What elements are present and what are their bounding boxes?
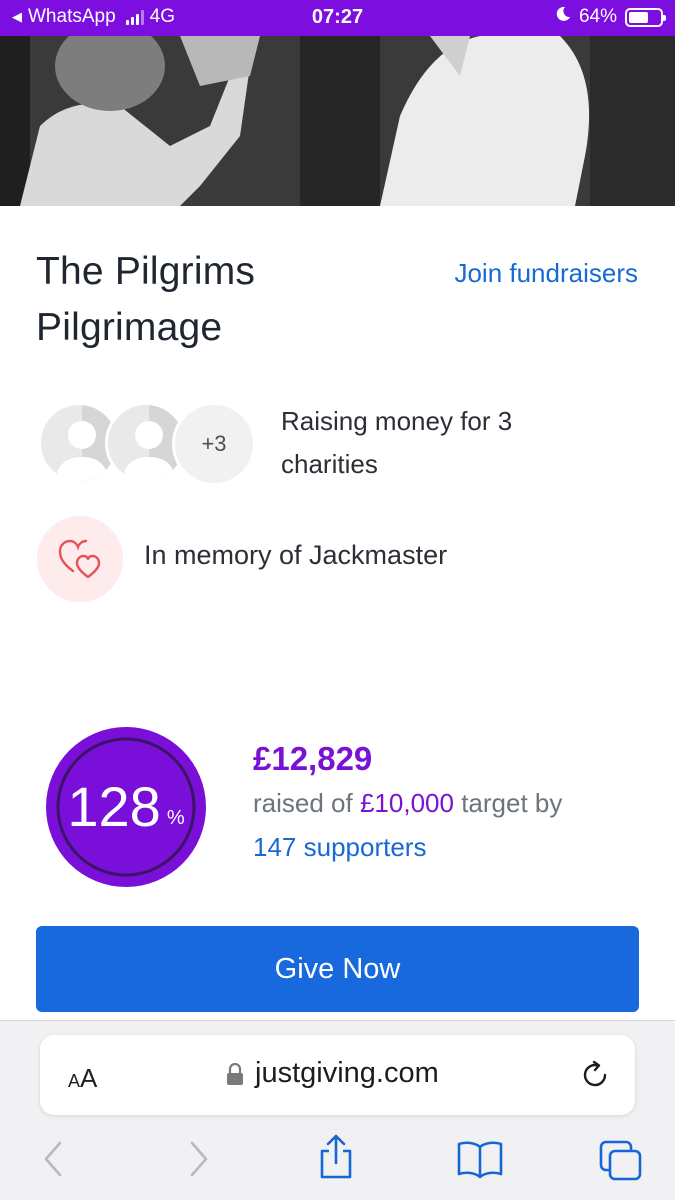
status-right: 64% (555, 6, 666, 28)
hearts-icon (37, 516, 123, 602)
progress-percent: 128 (67, 775, 161, 838)
network-label: 4G (149, 6, 176, 27)
raised-amount: £12,829 (253, 740, 373, 777)
give-now-button[interactable]: Give Now (36, 926, 639, 1012)
browser-toolbar (0, 1134, 675, 1189)
progress-ring: 128 % (44, 725, 208, 889)
browser-bar: AA justgiving.com (0, 1020, 675, 1200)
battery-icon (625, 7, 666, 27)
target-suffix: target by (461, 788, 563, 818)
aa-big: A (80, 1063, 98, 1093)
chevron-left-icon[interactable] (40, 1139, 66, 1184)
aa-small: A (68, 1071, 81, 1091)
avatar-more-count: +3 (172, 402, 256, 486)
chevron-right-icon[interactable] (186, 1139, 212, 1184)
lock-icon (226, 1062, 244, 1090)
back-app-label: WhatsApp (28, 6, 116, 27)
memory-text: In memory of Jackmaster (144, 540, 448, 570)
moon-icon (555, 6, 571, 28)
target-line: raised of £10,000 target by (253, 788, 562, 819)
charity-avatars[interactable]: +3 (38, 402, 258, 486)
hero-photo (0, 36, 675, 206)
reload-icon[interactable] (581, 1060, 611, 1095)
book-icon[interactable] (456, 1139, 504, 1184)
progress-percent-sign: % (166, 806, 185, 829)
status-bar: ◀ WhatsApp 4G 07:27 64% (0, 0, 675, 36)
charity-count-text[interactable]: Raising money for 3 charities (281, 400, 601, 486)
signal-icon (125, 9, 144, 25)
raised-prefix: raised of (253, 788, 353, 818)
supporters-link[interactable]: 147 supporters (253, 832, 426, 863)
target-amount: £10,000 (359, 788, 454, 818)
back-to-app[interactable]: ◀ WhatsApp 4G (12, 6, 175, 28)
share-icon[interactable] (316, 1133, 356, 1186)
back-triangle-icon: ◀ (12, 9, 22, 24)
text-size-button[interactable]: AA (68, 1063, 97, 1094)
page-title: The Pilgrims Pilgrimage (36, 250, 256, 349)
url-text[interactable]: justgiving.com (255, 1057, 439, 1090)
address-bar[interactable]: AA justgiving.com (40, 1035, 635, 1115)
join-fundraisers-link[interactable]: Join fundraisers (454, 258, 638, 289)
tabs-icon[interactable] (598, 1139, 644, 1186)
battery-percent: 64% (578, 6, 617, 27)
